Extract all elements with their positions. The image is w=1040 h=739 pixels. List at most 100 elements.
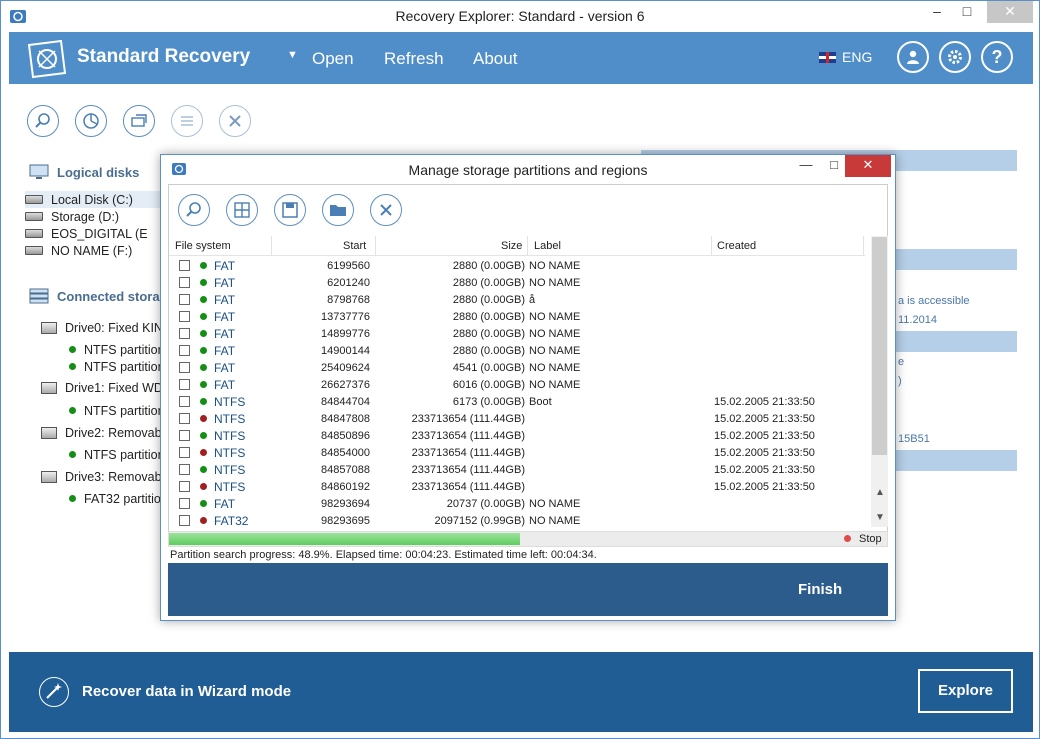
open-button[interactable] (322, 194, 354, 226)
row-checkbox[interactable] (179, 277, 190, 288)
status-dot-icon (200, 432, 207, 439)
row-checkbox[interactable] (179, 260, 190, 271)
user-button[interactable] (897, 41, 929, 73)
dialog-maximize-button[interactable]: □ (821, 155, 847, 177)
table-row[interactable]: FAT 25409624 4541 (0.00GB) NO NAME (169, 359, 865, 376)
menu-dropdown-arrow-icon[interactable]: ▼ (287, 49, 298, 61)
table-row[interactable]: NTFS 84850896 233713654 (111.44GB) 15.02.20… (169, 427, 865, 444)
disk-map-button[interactable] (75, 105, 107, 137)
row-checkbox[interactable] (179, 464, 190, 475)
col-created[interactable]: Created (717, 240, 756, 252)
column-divider[interactable] (271, 236, 272, 256)
col-size[interactable]: Size (501, 240, 522, 252)
row-checkbox[interactable] (179, 396, 190, 407)
table-row[interactable]: NTFS 84857088 233713654 (111.44GB) 15.02.20… (169, 461, 865, 478)
wizard-mode-link[interactable]: Recover data in Wizard mode (82, 683, 291, 700)
col-file-system[interactable]: File system (175, 240, 231, 252)
dialog-search-button[interactable] (178, 194, 210, 226)
help-button[interactable]: ? (981, 41, 1013, 73)
table-row[interactable]: NTFS 84847808 233713654 (111.44GB) 15.02.20… (169, 410, 865, 427)
menu-open[interactable]: Open (312, 49, 354, 69)
col-start[interactable]: Start (343, 240, 366, 252)
status-dot-icon (200, 415, 207, 422)
scroll-down-arrow-icon[interactable]: ▼ (875, 512, 885, 523)
drive1[interactable]: Drive1: Fixed WD (41, 379, 163, 396)
cell-start: 14899776 (321, 328, 370, 340)
dialog-close-button[interactable]: ✕ (845, 155, 891, 177)
info-text: 11.2014 (898, 314, 937, 326)
partition-item[interactable]: NTFS partition (69, 446, 165, 463)
table-row[interactable]: FAT 6201240 2880 (0.00GB) NO NAME (169, 274, 865, 291)
cell-file-system: FAT (214, 293, 236, 307)
settings-button[interactable] (939, 41, 971, 73)
scrollbar-thumb[interactable] (872, 237, 887, 455)
drive0[interactable]: Drive0: Fixed KIN (41, 319, 163, 336)
partition-item[interactable]: NTFS partition (69, 358, 165, 375)
column-divider[interactable] (527, 236, 528, 256)
table-row[interactable]: FAT 14900144 2880 (0.00GB) NO NAME (169, 342, 865, 359)
stop-button[interactable]: Stop (859, 533, 882, 545)
col-label[interactable]: Label (534, 240, 561, 252)
table-row[interactable]: NTFS 84854000 233713654 (111.44GB) 15.02.20… (169, 444, 865, 461)
row-checkbox[interactable] (179, 362, 190, 373)
row-checkbox[interactable] (179, 328, 190, 339)
logical-disk-c[interactable]: Local Disk (C:) (25, 191, 165, 208)
row-checkbox[interactable] (179, 430, 190, 441)
partition-item[interactable]: NTFS partition (69, 402, 165, 419)
row-checkbox[interactable] (179, 515, 190, 526)
create-image-button[interactable] (123, 105, 155, 137)
cell-start: 84854000 (321, 447, 370, 459)
drive3[interactable]: Drive3: Removab (41, 468, 162, 485)
table-row[interactable]: FAT 14899776 2880 (0.00GB) NO NAME (169, 325, 865, 342)
explore-button[interactable]: Explore (918, 669, 1013, 713)
drive-icon (41, 426, 57, 439)
maximize-button[interactable]: □ (953, 1, 981, 23)
table-row[interactable]: FAT32 98293695 2097152 (0.99GB) NO NAME (169, 512, 865, 528)
table-row[interactable]: NTFS 84844704 6173 (0.00GB) Boot 15.02.2005 … (169, 393, 865, 410)
minimize-button[interactable]: – (923, 1, 951, 23)
logical-disk-e[interactable]: EOS_DIGITAL (E (25, 225, 148, 242)
row-checkbox[interactable] (179, 379, 190, 390)
stop-icon[interactable] (844, 535, 851, 542)
menu-refresh[interactable]: Refresh (384, 49, 444, 69)
drive-icon (41, 321, 57, 334)
dialog-remove-button[interactable] (370, 194, 402, 226)
save-button[interactable] (274, 194, 306, 226)
row-checkbox[interactable] (179, 481, 190, 492)
table-scrollbar[interactable]: ▲ ▼ (871, 236, 888, 527)
finish-button[interactable]: Finish (798, 581, 842, 598)
row-checkbox[interactable] (179, 345, 190, 356)
partition-item[interactable]: NTFS partition (69, 341, 165, 358)
dialog-minimize-button[interactable]: — (793, 155, 819, 177)
row-checkbox[interactable] (179, 447, 190, 458)
table-row[interactable]: FAT 26627376 6016 (0.00GB) NO NAME (169, 376, 865, 393)
row-checkbox[interactable] (179, 294, 190, 305)
status-dot-icon (69, 407, 76, 414)
cell-file-system: FAT (214, 344, 236, 358)
magic-wand-icon[interactable] (39, 677, 69, 707)
search-partitions-button[interactable] (27, 105, 59, 137)
row-checkbox[interactable] (179, 311, 190, 322)
menu-about[interactable]: About (473, 49, 517, 69)
table-row[interactable]: FAT 6199560 2880 (0.00GB) NO NAME (169, 257, 865, 274)
language-selector[interactable]: ENG (819, 49, 872, 65)
logical-disk-d[interactable]: Storage (D:) (25, 208, 119, 225)
table-row[interactable]: FAT 98293694 20737 (0.00GB) NO NAME (169, 495, 865, 512)
remove-button[interactable] (219, 105, 251, 137)
column-divider[interactable] (863, 236, 864, 256)
define-region-button[interactable] (226, 194, 258, 226)
list-view-button[interactable] (171, 105, 203, 137)
logical-disk-f[interactable]: NO NAME (F:) (25, 242, 132, 259)
column-divider[interactable] (711, 236, 712, 256)
help-icon: ? (991, 47, 1003, 67)
table-row[interactable]: NTFS 84860192 233713654 (111.44GB) 15.02.20… (169, 478, 865, 495)
column-divider[interactable] (375, 236, 376, 256)
row-checkbox[interactable] (179, 498, 190, 509)
table-row[interactable]: FAT 8798768 2880 (0.00GB) å (169, 291, 865, 308)
scroll-up-arrow-icon[interactable]: ▲ (875, 487, 885, 498)
drive2[interactable]: Drive2: Removab (41, 424, 162, 441)
partition-item[interactable]: FAT32 partitio (69, 490, 161, 507)
close-button[interactable]: ✕ (987, 1, 1033, 23)
table-row[interactable]: FAT 13737776 2880 (0.00GB) NO NAME (169, 308, 865, 325)
row-checkbox[interactable] (179, 413, 190, 424)
